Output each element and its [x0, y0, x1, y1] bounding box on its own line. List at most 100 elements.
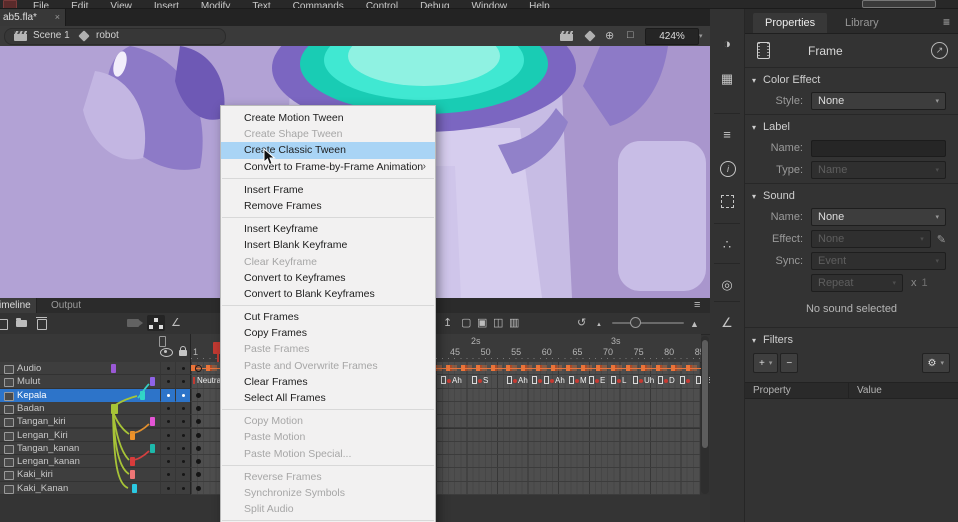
- panel-menu-icon[interactable]: ≡: [943, 15, 950, 29]
- edit-multiple-frames-icon[interactable]: ▥: [509, 316, 519, 330]
- timeline-zoom-slider[interactable]: [612, 322, 684, 324]
- layer-lock-toggle[interactable]: [175, 442, 190, 455]
- menu-help[interactable]: Help: [518, 1, 561, 9]
- close-icon[interactable]: ×: [55, 9, 60, 26]
- timeline-zoom-knob[interactable]: [630, 317, 641, 328]
- new-folder-icon[interactable]: [16, 320, 27, 327]
- document-tab[interactable]: ab5.fla* ×: [0, 9, 66, 26]
- eye-icon[interactable]: [160, 348, 173, 357]
- panel-color-icon[interactable]: ◑: [710, 36, 744, 51]
- menu-item-copy-frames[interactable]: Copy Frames: [221, 325, 435, 341]
- layer-visibility-toggle[interactable]: [160, 389, 175, 402]
- layer-lock-toggle[interactable]: [175, 429, 190, 442]
- layer-visibility-toggle[interactable]: [160, 482, 175, 495]
- tab-properties[interactable]: Properties: [753, 13, 827, 33]
- layer-lock-toggle[interactable]: [175, 362, 190, 375]
- panel-brush-library-icon[interactable]: ∴: [710, 237, 744, 253]
- center-frame-icon[interactable]: ⊕: [605, 29, 614, 42]
- lip-sync-keyframe[interactable]: Ah: [441, 376, 462, 387]
- layer-name[interactable]: Lengan_Kiri: [0, 429, 108, 442]
- edit-scene-icon[interactable]: [560, 31, 573, 41]
- onion-outline-icon[interactable]: ◫: [493, 316, 503, 330]
- panel-swatches-icon[interactable]: ▦: [710, 71, 744, 87]
- menu-item-insert-keyframe[interactable]: Insert Keyframe: [221, 221, 435, 237]
- loop-frames-icon[interactable]: ▢: [461, 316, 471, 330]
- menu-insert[interactable]: Insert: [143, 1, 190, 9]
- lip-sync-keyframe[interactable]: E: [589, 376, 605, 387]
- menu-item-create-classic-tween[interactable]: Create Classic Tween: [221, 142, 435, 158]
- layer-lock-toggle[interactable]: [175, 415, 190, 428]
- add-filter-button[interactable]: + ▾: [753, 353, 778, 373]
- clip-content-icon[interactable]: □: [627, 29, 634, 41]
- panel-align-icon[interactable]: ≡: [710, 127, 744, 142]
- layer-visibility-toggle[interactable]: [160, 429, 175, 442]
- panel-cc-libraries-icon[interactable]: ◎: [710, 277, 744, 293]
- layer-name[interactable]: Kaki_kiri: [0, 468, 108, 481]
- menu-debug[interactable]: Debug: [409, 1, 460, 9]
- layer-visibility-toggle[interactable]: [160, 468, 175, 481]
- menu-item-clear-frames[interactable]: Clear Frames: [221, 374, 435, 390]
- chevron-down-icon[interactable]: ▾: [699, 32, 703, 40]
- menu-item-convert-to-blank-keyframes[interactable]: Convert to Blank Keyframes: [221, 286, 435, 302]
- show-parenting-view-icon[interactable]: [147, 315, 165, 331]
- section-label[interactable]: ▾ Label: [745, 117, 958, 137]
- filter-options-button[interactable]: ⚙ ▾: [922, 353, 950, 373]
- layer-lock-toggle[interactable]: [175, 402, 190, 415]
- layer-lock-toggle[interactable]: [175, 455, 190, 468]
- layer-visibility-toggle[interactable]: [160, 362, 175, 375]
- lip-sync-keyframe[interactable]: M: [569, 376, 587, 387]
- camera-icon[interactable]: [127, 319, 139, 327]
- menu-file[interactable]: File: [22, 1, 60, 9]
- lock-icon[interactable]: [179, 350, 187, 356]
- layer-visibility-toggle[interactable]: [160, 375, 175, 388]
- layer-name[interactable]: Kaki_Kanan: [0, 482, 108, 495]
- zoom-out-timeline-icon[interactable]: ▲: [596, 318, 602, 332]
- menu-item-remove-frames[interactable]: Remove Frames: [221, 198, 435, 214]
- zoom-level-select[interactable]: 424%: [645, 28, 699, 45]
- lip-sync-keyframe[interactable]: L: [611, 376, 626, 387]
- lip-sync-keyframe[interactable]: Uh: [633, 376, 654, 387]
- layer-visibility-toggle[interactable]: [160, 415, 175, 428]
- layer-visibility-toggle[interactable]: [160, 455, 175, 468]
- remove-filter-button[interactable]: −: [780, 353, 798, 373]
- layer-depth-icon[interactable]: ∠: [171, 316, 181, 330]
- layer-name[interactable]: Tangan_kanan: [0, 442, 108, 455]
- onion-skin-icon[interactable]: ▣: [477, 316, 487, 330]
- panel-transform-icon[interactable]: [721, 195, 734, 208]
- menu-control[interactable]: Control: [355, 1, 409, 9]
- menu-text[interactable]: Text: [241, 1, 281, 9]
- lip-sync-keyframe[interactable]: Ah: [507, 376, 528, 387]
- layer-lock-toggle[interactable]: [175, 468, 190, 481]
- delete-layer-icon[interactable]: [37, 319, 47, 330]
- layer-name[interactable]: Audio: [0, 362, 108, 375]
- workspace-switcher[interactable]: [862, 0, 936, 8]
- menu-edit[interactable]: Edit: [60, 1, 99, 9]
- label-name-input[interactable]: [811, 140, 946, 157]
- section-sound[interactable]: ▾ Sound: [745, 186, 958, 206]
- breadcrumb-scene[interactable]: Scene 1: [33, 30, 70, 41]
- sound-name-select[interactable]: None ▾: [811, 208, 946, 226]
- layer-name[interactable]: Lengan_kanan: [0, 455, 108, 468]
- menu-window[interactable]: Window: [461, 1, 519, 9]
- menu-item-convert-to-frame-by-frame-animation[interactable]: Convert to Frame-by-Frame Animation›: [221, 159, 435, 175]
- circle-arrow-icon[interactable]: ↗: [931, 42, 948, 59]
- menu-item-select-all-frames[interactable]: Select All Frames: [221, 390, 435, 406]
- layer-visibility-toggle[interactable]: [160, 402, 175, 415]
- menu-commands[interactable]: Commands: [282, 1, 355, 9]
- lip-sync-keyframe[interactable]: S: [472, 376, 488, 387]
- breadcrumb-symbol[interactable]: robot: [96, 30, 119, 41]
- menu-item-create-motion-tween[interactable]: Create Motion Tween: [221, 110, 435, 126]
- zoom-in-timeline-icon[interactable]: ▲: [690, 317, 699, 331]
- layer-name[interactable]: Badan: [0, 402, 108, 415]
- menu-item-cut-frames[interactable]: Cut Frames: [221, 309, 435, 325]
- tab-timeline[interactable]: Timeline: [0, 298, 37, 313]
- panel-scene-graph-icon[interactable]: ∠: [710, 315, 744, 331]
- layer-name[interactable]: Kepala: [0, 389, 108, 402]
- menu-item-insert-blank-keyframe[interactable]: Insert Blank Keyframe: [221, 237, 435, 253]
- menu-modify[interactable]: Modify: [190, 1, 241, 9]
- lip-sync-keyframe[interactable]: Ah: [544, 376, 565, 387]
- edit-symbols-icon[interactable]: [584, 30, 595, 41]
- layer-name[interactable]: Mulut: [0, 375, 108, 388]
- layer-lock-toggle[interactable]: [175, 482, 190, 495]
- layer-lock-toggle[interactable]: [175, 389, 190, 402]
